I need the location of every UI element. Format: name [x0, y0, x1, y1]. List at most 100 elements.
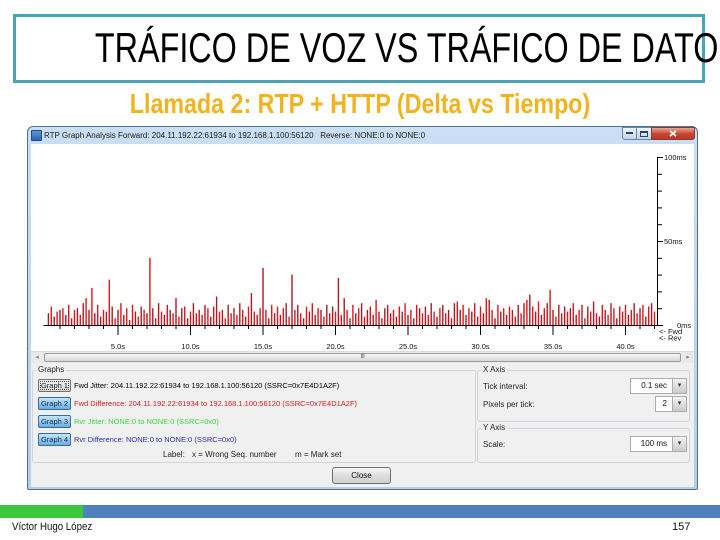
bar	[442, 304, 444, 325]
bar	[494, 318, 496, 325]
graph-4-button[interactable]: Graph 4	[38, 433, 71, 446]
graph-3-button[interactable]: Graph 3	[38, 415, 71, 428]
bar	[285, 303, 287, 325]
bar	[250, 293, 253, 325]
graph-2-label: Fwd Difference: 204.11.192.22:61934 to 1…	[74, 399, 358, 408]
maximize-icon	[640, 130, 648, 137]
bar	[421, 313, 424, 325]
bar	[311, 303, 313, 325]
bar	[566, 311, 569, 325]
bar	[326, 304, 328, 325]
bar	[317, 308, 319, 325]
graph-4-label: Rvr Difference: NONE:0 to NONE:0 (SSRC=0…	[74, 435, 237, 444]
minimize-icon	[626, 132, 633, 134]
bar	[288, 316, 290, 325]
x-tick-label: 20.0s	[326, 342, 345, 351]
bar	[642, 304, 644, 325]
pixels-per-tick-select[interactable]: 2 ▾	[655, 396, 687, 412]
bar	[595, 313, 598, 325]
bar	[352, 304, 354, 325]
bar	[346, 309, 348, 325]
bar	[323, 316, 325, 325]
horizontal-scrollbar[interactable]: ◂ III ▸	[31, 351, 694, 363]
scroll-right-arrow-icon[interactable]: ▸	[682, 352, 694, 363]
scale-select[interactable]: 100 ms ▾	[630, 436, 687, 452]
bar	[184, 306, 186, 325]
rtp-delta-chart: 100ms50ms0ms5.0s 10.0s 15.0s 20.0s 25.0s 30.0…	[31, 144, 694, 351]
bar	[621, 311, 624, 325]
scrollbar-thumb[interactable]: III	[44, 353, 681, 362]
bar	[271, 304, 273, 325]
bar	[178, 316, 180, 325]
bar	[244, 316, 247, 325]
bar	[465, 314, 467, 325]
x-tick-label: 30.0s	[471, 342, 490, 351]
bar	[456, 301, 458, 325]
bar	[94, 313, 96, 325]
maximize-button[interactable]	[636, 127, 652, 140]
bar	[73, 309, 76, 325]
graph-1-button[interactable]: Graph 1	[38, 379, 71, 392]
bar	[140, 306, 142, 325]
bar	[653, 311, 656, 325]
x-tick-label: 35.0s	[544, 342, 563, 351]
bar	[650, 303, 653, 325]
scale-value: 100 ms	[640, 439, 667, 448]
bar	[488, 299, 490, 325]
bar	[389, 313, 392, 325]
bar	[378, 311, 380, 325]
x-tick-label: 40.0s	[616, 342, 635, 351]
pixels-per-tick-label: Pixels per tick:	[483, 400, 535, 409]
bar	[102, 309, 105, 325]
bar	[59, 309, 61, 325]
bar	[111, 306, 113, 325]
bar	[413, 318, 415, 325]
chevron-down-icon[interactable]: ▾	[672, 379, 686, 393]
bar	[68, 304, 70, 325]
bar	[537, 301, 540, 325]
bar	[163, 314, 166, 325]
bar	[619, 306, 621, 325]
bar	[273, 313, 276, 325]
bar	[213, 306, 215, 325]
bar	[584, 318, 586, 325]
bar	[201, 314, 203, 325]
bar	[355, 313, 357, 325]
bar	[572, 303, 574, 325]
bar	[549, 289, 551, 325]
x-axis-group-label: X Axis	[481, 365, 508, 375]
graph-2-button[interactable]: Graph 2	[38, 397, 71, 410]
tick-interval-select[interactable]: 0.1 sec ▾	[630, 378, 687, 394]
bar	[601, 304, 603, 325]
chevron-down-icon[interactable]: ▾	[672, 437, 686, 451]
bar	[563, 306, 566, 325]
x-axis-group: X Axis Tick interval: 0.1 sec ▾ Pixels p…	[477, 365, 690, 422]
bar	[508, 306, 511, 325]
bar	[169, 309, 171, 325]
minimize-button[interactable]	[622, 127, 637, 140]
bar	[294, 309, 296, 325]
label-wrong-seq: x = Wrong Seq. number	[192, 450, 277, 459]
bar	[569, 308, 572, 325]
bar	[204, 304, 206, 325]
bar	[398, 306, 400, 325]
close-button[interactable]: Close	[332, 467, 391, 484]
bar	[224, 318, 226, 325]
bar	[505, 314, 508, 325]
bar	[543, 308, 545, 325]
bar	[198, 309, 200, 325]
bar	[279, 314, 282, 325]
bar	[56, 311, 58, 325]
close-window-button[interactable]	[651, 127, 695, 140]
chevron-down-icon[interactable]: ▾	[672, 397, 686, 411]
bar	[282, 308, 284, 325]
x-tick-label: 5.0s	[111, 342, 125, 351]
bar	[230, 313, 232, 325]
bar	[450, 318, 453, 325]
bar	[334, 311, 337, 325]
bar	[360, 303, 363, 325]
scroll-left-arrow-icon[interactable]: ◂	[31, 352, 43, 363]
bar	[175, 298, 177, 325]
bar	[407, 314, 409, 325]
bar	[372, 314, 374, 325]
